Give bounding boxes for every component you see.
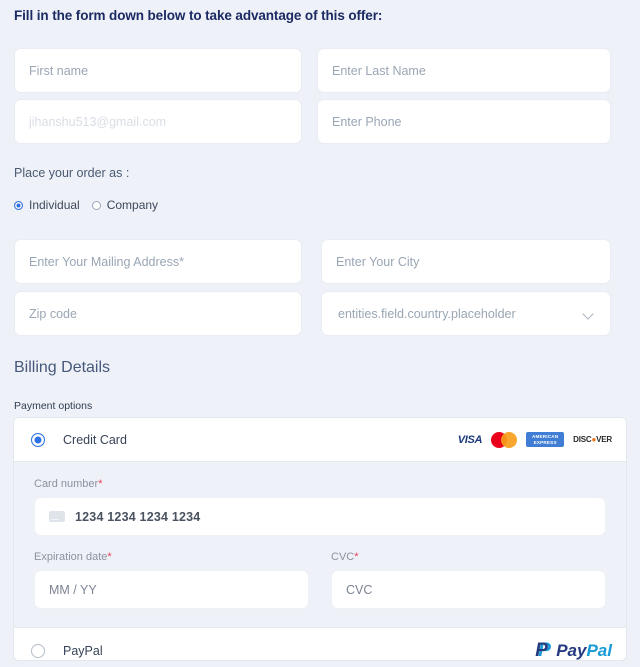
- amex-line-2: EXPRESS: [533, 439, 557, 445]
- visa-icon: VISA: [457, 433, 483, 446]
- radio-option-individual[interactable]: Individual: [14, 198, 80, 212]
- paypal-mark-icon: P P: [535, 641, 552, 660]
- card-number-placeholder: 1234 1234 1234 1234: [75, 509, 201, 524]
- discover-text-1: DISC: [573, 435, 592, 444]
- city-input[interactable]: Enter Your City: [321, 239, 611, 284]
- card-brand-logos: VISA AMERICAN EXPRESS DISC●VER: [457, 431, 612, 448]
- payment-option-paypal-label: PayPal: [63, 643, 103, 658]
- expiration-date-group: Expiration date* MM / YY: [34, 551, 309, 609]
- radio-icon-individual[interactable]: [14, 200, 23, 210]
- cvc-label: CVC*: [331, 551, 606, 563]
- payment-option-paypal[interactable]: PayPal P P Pay Pal: [14, 628, 626, 661]
- phone-placeholder: Enter Phone: [332, 114, 402, 129]
- expiration-date-input[interactable]: MM / YY: [34, 570, 309, 609]
- offer-form-page: Fill in the form down below to take adva…: [0, 0, 640, 667]
- country-placeholder: entities.field.country.placeholder: [338, 306, 516, 321]
- cvc-label-text: CVC: [331, 551, 355, 563]
- paypal-logo-pal: Pal: [586, 640, 612, 660]
- radio-icon-company[interactable]: [91, 200, 101, 210]
- expiration-date-label-text: Expiration date: [34, 551, 108, 563]
- phone-input[interactable]: Enter Phone: [317, 99, 611, 144]
- first-name-placeholder: First name: [29, 63, 89, 78]
- cvc-input[interactable]: CVC: [331, 570, 606, 609]
- page-title: Fill in the form down below to take adva…: [14, 8, 383, 23]
- expiry-cvc-row: Expiration date* MM / YY CVC* CVC: [34, 551, 606, 609]
- first-name-input[interactable]: First name: [14, 48, 302, 93]
- email-placeholder: jihanshu513@gmail.com: [29, 114, 167, 129]
- card-number-label-text: Card number: [34, 478, 99, 490]
- chevron-down-icon[interactable]: [584, 309, 594, 319]
- card-number-required-mark: *: [98, 478, 103, 490]
- radio-option-company[interactable]: Company: [91, 198, 159, 212]
- paypal-mark-front: P: [535, 640, 548, 661]
- payment-options-panel: Credit Card VISA AMERICAN EXPRESS DISC●V…: [13, 417, 627, 661]
- cvc-required-mark: *: [354, 551, 359, 563]
- paypal-logo-pay: Pay: [556, 640, 587, 660]
- discover-icon: DISC●VER: [573, 435, 612, 444]
- paypal-icon: P P Pay Pal: [535, 641, 612, 661]
- city-placeholder: Enter Your City: [336, 254, 420, 269]
- zip-code-placeholder: Zip code: [29, 306, 77, 321]
- billing-details-heading: Billing Details: [14, 359, 111, 376]
- amex-icon: AMERICAN EXPRESS: [526, 431, 565, 448]
- mailing-address-placeholder: Enter Your Mailing Address*: [29, 254, 184, 269]
- card-number-input[interactable]: 1234 1234 1234 1234: [34, 497, 606, 536]
- radio-icon-credit-card[interactable]: [31, 432, 45, 447]
- cvc-placeholder: CVC: [346, 582, 373, 597]
- country-select[interactable]: entities.field.country.placeholder: [321, 291, 611, 336]
- expiration-required-mark: *: [107, 551, 112, 563]
- zip-code-input[interactable]: Zip code: [14, 291, 302, 336]
- last-name-input[interactable]: Enter Last Name: [317, 48, 611, 93]
- cvc-group: CVC* CVC: [331, 551, 606, 609]
- payment-option-credit-card[interactable]: Credit Card VISA AMERICAN EXPRESS DISC●V…: [14, 418, 626, 462]
- amex-line-1: AMERICAN: [531, 433, 559, 439]
- card-number-label: Card number*: [34, 478, 606, 490]
- radio-icon-paypal[interactable]: [31, 643, 45, 658]
- email-input[interactable]: jihanshu513@gmail.com: [14, 99, 302, 144]
- last-name-placeholder: Enter Last Name: [332, 63, 426, 78]
- expiration-date-label: Expiration date*: [34, 551, 309, 563]
- mailing-address-input[interactable]: Enter Your Mailing Address*: [14, 239, 302, 284]
- credit-card-form: Card number* 1234 1234 1234 1234 Expirat…: [14, 462, 626, 628]
- radio-label-company: Company: [106, 198, 159, 212]
- order-as-radio-group: Individual Company: [14, 198, 170, 212]
- discover-text-2: VER: [596, 435, 612, 444]
- radio-label-individual: Individual: [29, 198, 80, 212]
- payment-option-credit-card-label: Credit Card: [63, 432, 127, 447]
- mastercard-icon: [491, 431, 518, 448]
- payment-options-label: Payment options: [14, 400, 93, 412]
- credit-card-icon: [49, 511, 65, 522]
- order-as-label: Place your order as :: [14, 166, 130, 180]
- expiration-date-placeholder: MM / YY: [49, 582, 97, 597]
